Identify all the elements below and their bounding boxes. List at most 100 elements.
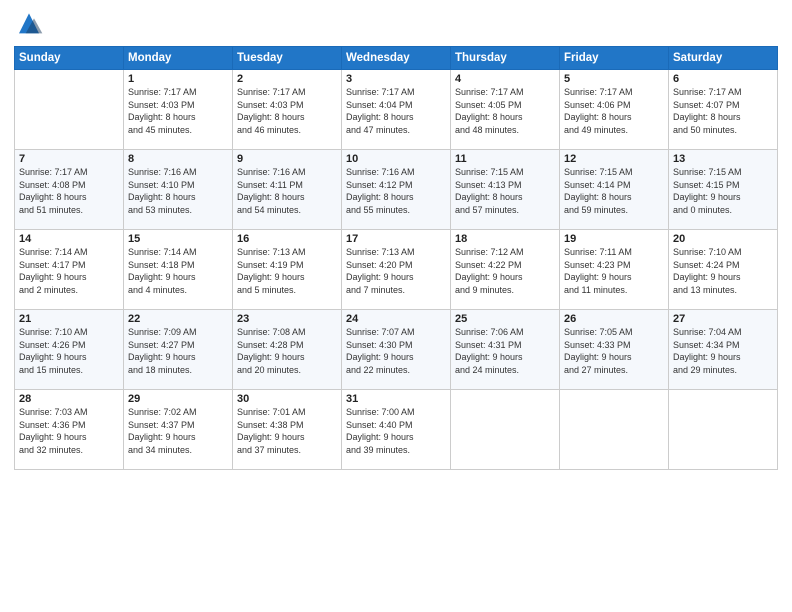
day-number: 30 [237, 393, 337, 405]
calendar-week-row: 7Sunrise: 7:17 AMSunset: 4:08 PMDaylight… [15, 150, 778, 230]
day-number: 24 [346, 313, 446, 325]
day-info: Sunrise: 7:01 AMSunset: 4:38 PMDaylight:… [237, 406, 337, 456]
calendar-cell: 15Sunrise: 7:14 AMSunset: 4:18 PMDayligh… [124, 230, 233, 310]
day-number: 6 [673, 73, 773, 85]
calendar-cell: 14Sunrise: 7:14 AMSunset: 4:17 PMDayligh… [15, 230, 124, 310]
day-number: 12 [564, 153, 664, 165]
day-info: Sunrise: 7:17 AMSunset: 4:03 PMDaylight:… [128, 86, 228, 136]
day-number: 1 [128, 73, 228, 85]
header-day: Saturday [669, 47, 778, 70]
day-number: 19 [564, 233, 664, 245]
calendar-cell: 22Sunrise: 7:09 AMSunset: 4:27 PMDayligh… [124, 310, 233, 390]
day-number: 8 [128, 153, 228, 165]
logo-icon [14, 10, 44, 40]
calendar-week-row: 1Sunrise: 7:17 AMSunset: 4:03 PMDaylight… [15, 70, 778, 150]
day-info: Sunrise: 7:17 AMSunset: 4:04 PMDaylight:… [346, 86, 446, 136]
day-number: 2 [237, 73, 337, 85]
day-info: Sunrise: 7:13 AMSunset: 4:19 PMDaylight:… [237, 246, 337, 296]
logo [14, 10, 48, 40]
day-info: Sunrise: 7:15 AMSunset: 4:15 PMDaylight:… [673, 166, 773, 216]
calendar-cell: 2Sunrise: 7:17 AMSunset: 4:03 PMDaylight… [233, 70, 342, 150]
day-number: 3 [346, 73, 446, 85]
calendar-cell: 29Sunrise: 7:02 AMSunset: 4:37 PMDayligh… [124, 390, 233, 470]
day-number: 31 [346, 393, 446, 405]
header-day: Thursday [451, 47, 560, 70]
calendar-cell: 19Sunrise: 7:11 AMSunset: 4:23 PMDayligh… [560, 230, 669, 310]
day-number: 16 [237, 233, 337, 245]
page: SundayMondayTuesdayWednesdayThursdayFrid… [0, 0, 792, 612]
day-info: Sunrise: 7:08 AMSunset: 4:28 PMDaylight:… [237, 326, 337, 376]
day-number: 26 [564, 313, 664, 325]
calendar-cell: 27Sunrise: 7:04 AMSunset: 4:34 PMDayligh… [669, 310, 778, 390]
day-info: Sunrise: 7:03 AMSunset: 4:36 PMDaylight:… [19, 406, 119, 456]
calendar-cell: 7Sunrise: 7:17 AMSunset: 4:08 PMDaylight… [15, 150, 124, 230]
header [14, 10, 778, 40]
calendar-cell: 24Sunrise: 7:07 AMSunset: 4:30 PMDayligh… [342, 310, 451, 390]
calendar-cell: 17Sunrise: 7:13 AMSunset: 4:20 PMDayligh… [342, 230, 451, 310]
day-number: 13 [673, 153, 773, 165]
calendar-cell: 1Sunrise: 7:17 AMSunset: 4:03 PMDaylight… [124, 70, 233, 150]
day-info: Sunrise: 7:17 AMSunset: 4:03 PMDaylight:… [237, 86, 337, 136]
calendar-cell: 10Sunrise: 7:16 AMSunset: 4:12 PMDayligh… [342, 150, 451, 230]
day-number: 21 [19, 313, 119, 325]
day-info: Sunrise: 7:07 AMSunset: 4:30 PMDaylight:… [346, 326, 446, 376]
day-number: 11 [455, 153, 555, 165]
calendar-cell: 30Sunrise: 7:01 AMSunset: 4:38 PMDayligh… [233, 390, 342, 470]
day-number: 4 [455, 73, 555, 85]
calendar-cell: 3Sunrise: 7:17 AMSunset: 4:04 PMDaylight… [342, 70, 451, 150]
day-number: 10 [346, 153, 446, 165]
day-info: Sunrise: 7:17 AMSunset: 4:07 PMDaylight:… [673, 86, 773, 136]
day-info: Sunrise: 7:15 AMSunset: 4:14 PMDaylight:… [564, 166, 664, 216]
day-info: Sunrise: 7:02 AMSunset: 4:37 PMDaylight:… [128, 406, 228, 456]
calendar-cell: 4Sunrise: 7:17 AMSunset: 4:05 PMDaylight… [451, 70, 560, 150]
calendar-cell: 25Sunrise: 7:06 AMSunset: 4:31 PMDayligh… [451, 310, 560, 390]
calendar-cell: 23Sunrise: 7:08 AMSunset: 4:28 PMDayligh… [233, 310, 342, 390]
calendar-cell: 9Sunrise: 7:16 AMSunset: 4:11 PMDaylight… [233, 150, 342, 230]
day-info: Sunrise: 7:00 AMSunset: 4:40 PMDaylight:… [346, 406, 446, 456]
day-number: 23 [237, 313, 337, 325]
calendar-cell: 21Sunrise: 7:10 AMSunset: 4:26 PMDayligh… [15, 310, 124, 390]
day-number: 5 [564, 73, 664, 85]
calendar-cell: 18Sunrise: 7:12 AMSunset: 4:22 PMDayligh… [451, 230, 560, 310]
calendar-cell: 28Sunrise: 7:03 AMSunset: 4:36 PMDayligh… [15, 390, 124, 470]
header-row: SundayMondayTuesdayWednesdayThursdayFrid… [15, 47, 778, 70]
day-info: Sunrise: 7:12 AMSunset: 4:22 PMDaylight:… [455, 246, 555, 296]
day-number: 20 [673, 233, 773, 245]
day-info: Sunrise: 7:04 AMSunset: 4:34 PMDaylight:… [673, 326, 773, 376]
calendar-cell: 20Sunrise: 7:10 AMSunset: 4:24 PMDayligh… [669, 230, 778, 310]
day-number: 22 [128, 313, 228, 325]
day-info: Sunrise: 7:16 AMSunset: 4:10 PMDaylight:… [128, 166, 228, 216]
calendar-cell: 16Sunrise: 7:13 AMSunset: 4:19 PMDayligh… [233, 230, 342, 310]
calendar-cell: 5Sunrise: 7:17 AMSunset: 4:06 PMDaylight… [560, 70, 669, 150]
calendar-week-row: 21Sunrise: 7:10 AMSunset: 4:26 PMDayligh… [15, 310, 778, 390]
header-day: Sunday [15, 47, 124, 70]
day-number: 27 [673, 313, 773, 325]
calendar-cell: 26Sunrise: 7:05 AMSunset: 4:33 PMDayligh… [560, 310, 669, 390]
header-day: Wednesday [342, 47, 451, 70]
day-number: 29 [128, 393, 228, 405]
day-number: 7 [19, 153, 119, 165]
day-info: Sunrise: 7:17 AMSunset: 4:08 PMDaylight:… [19, 166, 119, 216]
calendar-week-row: 14Sunrise: 7:14 AMSunset: 4:17 PMDayligh… [15, 230, 778, 310]
day-info: Sunrise: 7:17 AMSunset: 4:06 PMDaylight:… [564, 86, 664, 136]
day-info: Sunrise: 7:05 AMSunset: 4:33 PMDaylight:… [564, 326, 664, 376]
header-day: Monday [124, 47, 233, 70]
day-info: Sunrise: 7:16 AMSunset: 4:11 PMDaylight:… [237, 166, 337, 216]
calendar-cell [669, 390, 778, 470]
day-info: Sunrise: 7:16 AMSunset: 4:12 PMDaylight:… [346, 166, 446, 216]
day-info: Sunrise: 7:10 AMSunset: 4:24 PMDaylight:… [673, 246, 773, 296]
day-info: Sunrise: 7:14 AMSunset: 4:18 PMDaylight:… [128, 246, 228, 296]
calendar-cell: 11Sunrise: 7:15 AMSunset: 4:13 PMDayligh… [451, 150, 560, 230]
day-info: Sunrise: 7:09 AMSunset: 4:27 PMDaylight:… [128, 326, 228, 376]
day-info: Sunrise: 7:06 AMSunset: 4:31 PMDaylight:… [455, 326, 555, 376]
calendar-cell [451, 390, 560, 470]
day-info: Sunrise: 7:17 AMSunset: 4:05 PMDaylight:… [455, 86, 555, 136]
calendar-cell: 6Sunrise: 7:17 AMSunset: 4:07 PMDaylight… [669, 70, 778, 150]
day-number: 28 [19, 393, 119, 405]
day-number: 25 [455, 313, 555, 325]
day-number: 15 [128, 233, 228, 245]
day-info: Sunrise: 7:11 AMSunset: 4:23 PMDaylight:… [564, 246, 664, 296]
calendar-cell: 13Sunrise: 7:15 AMSunset: 4:15 PMDayligh… [669, 150, 778, 230]
calendar-cell [15, 70, 124, 150]
day-info: Sunrise: 7:15 AMSunset: 4:13 PMDaylight:… [455, 166, 555, 216]
